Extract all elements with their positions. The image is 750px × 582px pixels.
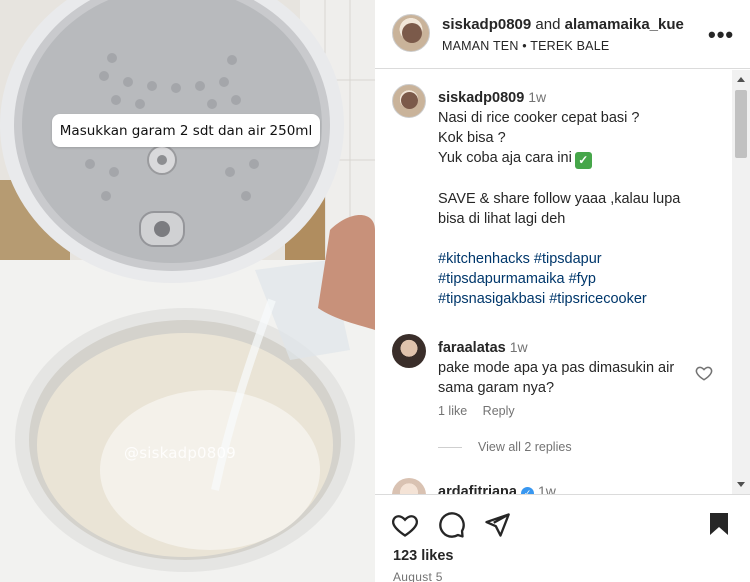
- comment-text: pake mode apa ya pas dimasukin air sama …: [438, 360, 675, 396]
- caption-line: Kok bisa ?: [438, 130, 506, 146]
- check-mark-icon: ✓: [574, 152, 592, 169]
- caption-username[interactable]: siskadp0809: [438, 90, 524, 106]
- commenter-avatar[interactable]: [392, 334, 426, 368]
- commenter-username[interactable]: faraalatas: [438, 340, 506, 356]
- comment-time: 1w: [537, 483, 556, 494]
- scroll-down-icon[interactable]: [737, 482, 745, 487]
- audio-subtitle[interactable]: MAMAN TEN • TEREK BALE: [442, 39, 609, 53]
- reply-button[interactable]: Reply: [483, 404, 515, 418]
- hashtag-link[interactable]: #kitchenhacks #tipsdapur: [438, 249, 728, 269]
- action-bar: [375, 494, 750, 582]
- commenter-username[interactable]: ardafitriana: [438, 484, 517, 494]
- comment-icon[interactable]: [438, 511, 466, 539]
- caption-line: SAVE & share follow yaaa ,kalau lupa: [438, 191, 681, 207]
- scrollbar[interactable]: [732, 70, 750, 494]
- comment-like-count[interactable]: 1 like: [438, 404, 467, 418]
- scrollbar-thumb[interactable]: [735, 90, 747, 158]
- bookmark-icon[interactable]: [707, 511, 731, 537]
- post-date: August 5: [393, 570, 443, 582]
- commenter-avatar[interactable]: [392, 478, 426, 494]
- caption-line: Yuk coba aja cara ini: [438, 150, 572, 166]
- post-detail-panel: siskadp0809 and alamamaika_kue MAMAN TEN…: [375, 0, 750, 582]
- author-names: siskadp0809 and alamamaika_kue: [442, 16, 684, 33]
- post-header: siskadp0809 and alamamaika_kue MAMAN TEN…: [375, 0, 750, 69]
- view-replies-label: View all 2 replies: [478, 440, 572, 454]
- caption-line-with-check: Yuk coba aja cara ini ✓: [438, 148, 728, 169]
- view-replies-button[interactable]: View all 2 replies: [438, 440, 572, 454]
- scroll-up-icon[interactable]: [737, 77, 745, 82]
- verified-badge-icon: ✓: [520, 487, 534, 494]
- heart-icon[interactable]: [391, 511, 419, 539]
- author-avatar[interactable]: [392, 14, 430, 52]
- more-options-icon[interactable]: •••: [708, 22, 734, 48]
- and-text: and: [535, 16, 561, 33]
- share-icon[interactable]: [483, 511, 511, 539]
- caption-time: 1w: [528, 89, 547, 105]
- like-count[interactable]: 123 likes: [393, 548, 453, 564]
- hashtag-link[interactable]: #tipsnasigakbasi #tipsricecooker: [438, 289, 728, 309]
- comments-list[interactable]: siskadp0809 1w Nasi di rice cooker cepat …: [375, 70, 733, 494]
- collab-username[interactable]: alamamaika_kue: [565, 16, 684, 33]
- caption-avatar[interactable]: [392, 84, 426, 118]
- comment-meta: 1 like Reply: [438, 404, 527, 418]
- watermark: @siskadp0809: [124, 444, 237, 462]
- rice-cooker-photo: [0, 0, 375, 582]
- heart-icon[interactable]: [695, 364, 713, 382]
- comment-time: 1w: [509, 339, 528, 355]
- caption-line: bisa di lihat lagi deh: [438, 211, 566, 227]
- video-overlay-caption: Masukkan garam 2 sdt dan air 250ml: [52, 114, 320, 147]
- caption-line: Nasi di rice cooker cepat basi ?: [438, 110, 640, 126]
- author-username[interactable]: siskadp0809: [442, 16, 531, 33]
- post-media[interactable]: Masukkan garam 2 sdt dan air 250ml @sisk…: [0, 0, 375, 582]
- hashtag-link[interactable]: #tipsdapurmamaika #fyp: [438, 269, 728, 289]
